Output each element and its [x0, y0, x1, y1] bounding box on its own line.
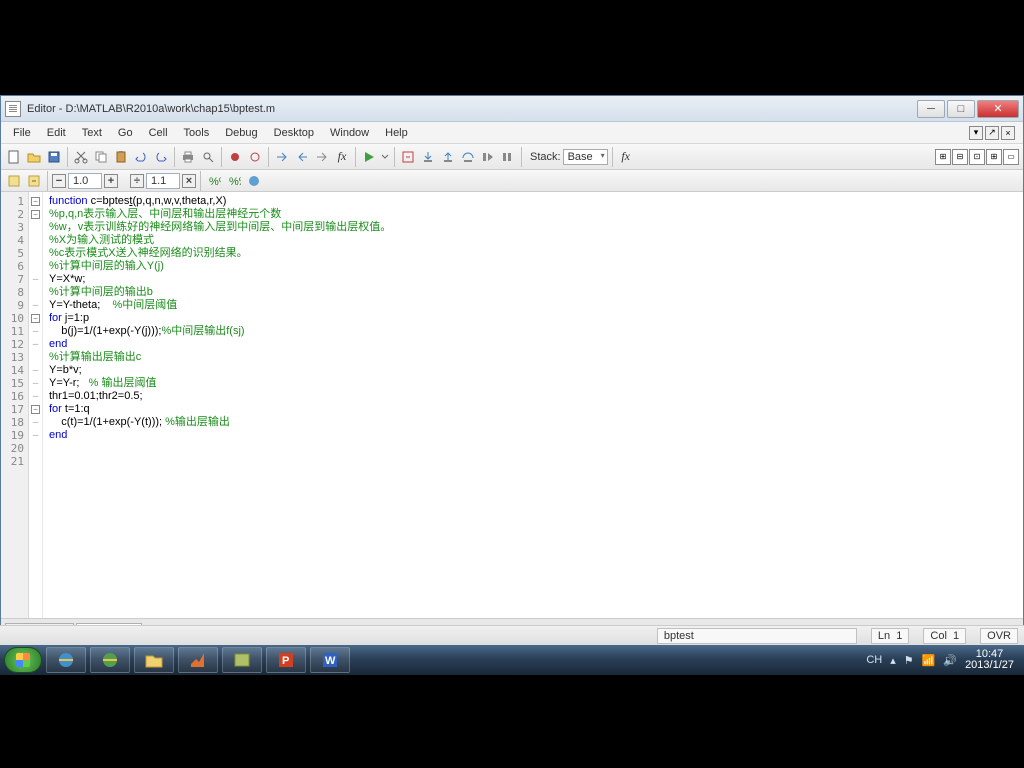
cell-publish-icon[interactable] — [245, 172, 263, 190]
title-bar[interactable]: Editor - D:\MATLAB\R2010a\work\chap15\bp… — [1, 96, 1023, 122]
taskbar-app-icon[interactable] — [222, 647, 262, 673]
close-panel-icon[interactable]: × — [1001, 126, 1015, 140]
goto-icon[interactable] — [273, 148, 291, 166]
window-title: Editor - D:\MATLAB\R2010a\work\chap15\bp… — [27, 103, 917, 115]
menu-text[interactable]: Text — [74, 125, 110, 141]
layout-5-icon[interactable]: ▭ — [1003, 149, 1019, 165]
step-in-icon[interactable] — [419, 148, 437, 166]
network-icon[interactable]: 📶 — [922, 654, 936, 667]
menu-bar: File Edit Text Go Cell Tools Debug Deskt… — [1, 122, 1023, 144]
layout-2-icon[interactable]: ⊟ — [952, 149, 968, 165]
new-file-icon[interactable] — [5, 148, 23, 166]
cell-eval-advance-icon[interactable] — [25, 172, 43, 190]
undo-icon[interactable] — [132, 148, 150, 166]
undock-icon[interactable]: ↗ — [985, 126, 999, 140]
status-col: Col 1 — [923, 628, 966, 644]
svg-text:%%: %% — [209, 176, 221, 188]
tray-up-icon[interactable]: ▴ — [890, 654, 896, 667]
cell-toolbar: − 1.0 + ÷ 1.1 × %% %‰ — [1, 170, 1023, 192]
ime-indicator[interactable]: CH — [866, 654, 882, 666]
fx-button[interactable]: fx — [617, 148, 635, 166]
fold-gutter[interactable]: −−––−–––––−–– — [29, 192, 43, 618]
layout-4-icon[interactable]: ⊞ — [986, 149, 1002, 165]
set-breakpoint-icon[interactable] — [226, 148, 244, 166]
decrement-button[interactable]: − — [52, 174, 66, 188]
continue-icon[interactable] — [479, 148, 497, 166]
letterbox-top — [0, 0, 1024, 95]
function-hint-icon[interactable]: fx — [333, 148, 351, 166]
step-over-icon[interactable] — [459, 148, 477, 166]
svg-text:%‰: %‰ — [229, 176, 241, 188]
status-function: bptest — [657, 628, 857, 644]
menu-desktop[interactable]: Desktop — [266, 125, 322, 141]
code-editor[interactable]: 123456789101112131415161718192021 −−––−–… — [1, 192, 1023, 618]
code-area[interactable]: function c=bptest(p,q,n,w,v,theta,r,X)%p… — [43, 192, 1023, 618]
line-gutter: 123456789101112131415161718192021 — [1, 192, 29, 618]
menu-cell[interactable]: Cell — [141, 125, 176, 141]
find-icon[interactable] — [199, 148, 217, 166]
system-tray[interactable]: CH ▴ ⚑ 📶 🔊 10:47 2013/1/27 — [866, 649, 1020, 671]
layout-3-icon[interactable]: ⊡ — [969, 149, 985, 165]
maximize-button[interactable]: □ — [947, 100, 975, 118]
stack-label: Stack: — [530, 151, 561, 163]
menu-tools[interactable]: Tools — [176, 125, 218, 141]
start-button[interactable] — [4, 647, 42, 673]
close-button[interactable]: ✕ — [977, 100, 1019, 118]
clear-breakpoint-icon[interactable] — [246, 148, 264, 166]
dock-down-icon[interactable]: ▾ — [969, 126, 983, 140]
save-icon[interactable] — [45, 148, 63, 166]
status-bar: bptest Ln 1 Col 1 OVR — [0, 625, 1024, 645]
layout-1-icon[interactable]: ⊞ — [935, 149, 951, 165]
menu-debug[interactable]: Debug — [217, 125, 265, 141]
windows-taskbar[interactable]: P W CH ▴ ⚑ 📶 🔊 10:47 2013/1/27 — [0, 645, 1024, 675]
flag-icon[interactable]: ⚑ — [904, 654, 914, 667]
step-icon[interactable] — [399, 148, 417, 166]
run-icon[interactable] — [360, 148, 378, 166]
increment-value-2[interactable]: 1.1 — [146, 173, 180, 189]
exit-debug-icon[interactable] — [499, 148, 517, 166]
menu-window[interactable]: Window — [322, 125, 377, 141]
menu-help[interactable]: Help — [377, 125, 416, 141]
menu-edit[interactable]: Edit — [39, 125, 74, 141]
taskbar-ie2-icon[interactable] — [90, 647, 130, 673]
taskbar-word-icon[interactable]: W — [310, 647, 350, 673]
redo-icon[interactable] — [152, 148, 170, 166]
forward-icon[interactable] — [313, 148, 331, 166]
copy-icon[interactable] — [92, 148, 110, 166]
step-out-icon[interactable] — [439, 148, 457, 166]
desktop-area: Editor - D:\MATLAB\R2010a\work\chap15\bp… — [0, 95, 1024, 645]
increment-value-1[interactable]: 1.0 — [68, 173, 102, 189]
taskbar-matlab-icon[interactable] — [178, 647, 218, 673]
editor-window: Editor - D:\MATLAB\R2010a\work\chap15\bp… — [0, 95, 1024, 640]
svg-text:P: P — [282, 655, 289, 667]
cell-insert-icon[interactable]: %% — [205, 172, 223, 190]
divide-button[interactable]: ÷ — [130, 174, 144, 188]
cell-insert-2-icon[interactable]: %‰ — [225, 172, 243, 190]
paste-icon[interactable] — [112, 148, 130, 166]
menu-go[interactable]: Go — [110, 125, 141, 141]
svg-text:W: W — [325, 655, 336, 667]
menu-file[interactable]: File — [5, 125, 39, 141]
taskbar-explorer-icon[interactable] — [134, 647, 174, 673]
increment-button[interactable]: + — [104, 174, 118, 188]
minimize-button[interactable]: ─ — [917, 100, 945, 118]
taskbar-powerpoint-icon[interactable]: P — [266, 647, 306, 673]
status-line: Ln 1 — [871, 628, 910, 644]
letterbox-bottom — [0, 675, 1024, 768]
volume-icon[interactable]: 🔊 — [943, 654, 957, 667]
taskbar-ie-icon[interactable] — [46, 647, 86, 673]
cell-eval-icon[interactable] — [5, 172, 23, 190]
main-toolbar: fx Stack: Base fx ⊞ ⊟ ⊡ ⊞ ▭ — [1, 144, 1023, 170]
multiply-button[interactable]: × — [182, 174, 196, 188]
run-dropdown-icon[interactable] — [380, 148, 390, 166]
cut-icon[interactable] — [72, 148, 90, 166]
open-file-icon[interactable] — [25, 148, 43, 166]
stack-select[interactable]: Base — [563, 149, 608, 165]
clock[interactable]: 10:47 2013/1/27 — [965, 649, 1014, 671]
print-icon[interactable] — [179, 148, 197, 166]
status-ovr: OVR — [980, 628, 1018, 644]
app-icon — [5, 101, 21, 117]
back-icon[interactable] — [293, 148, 311, 166]
